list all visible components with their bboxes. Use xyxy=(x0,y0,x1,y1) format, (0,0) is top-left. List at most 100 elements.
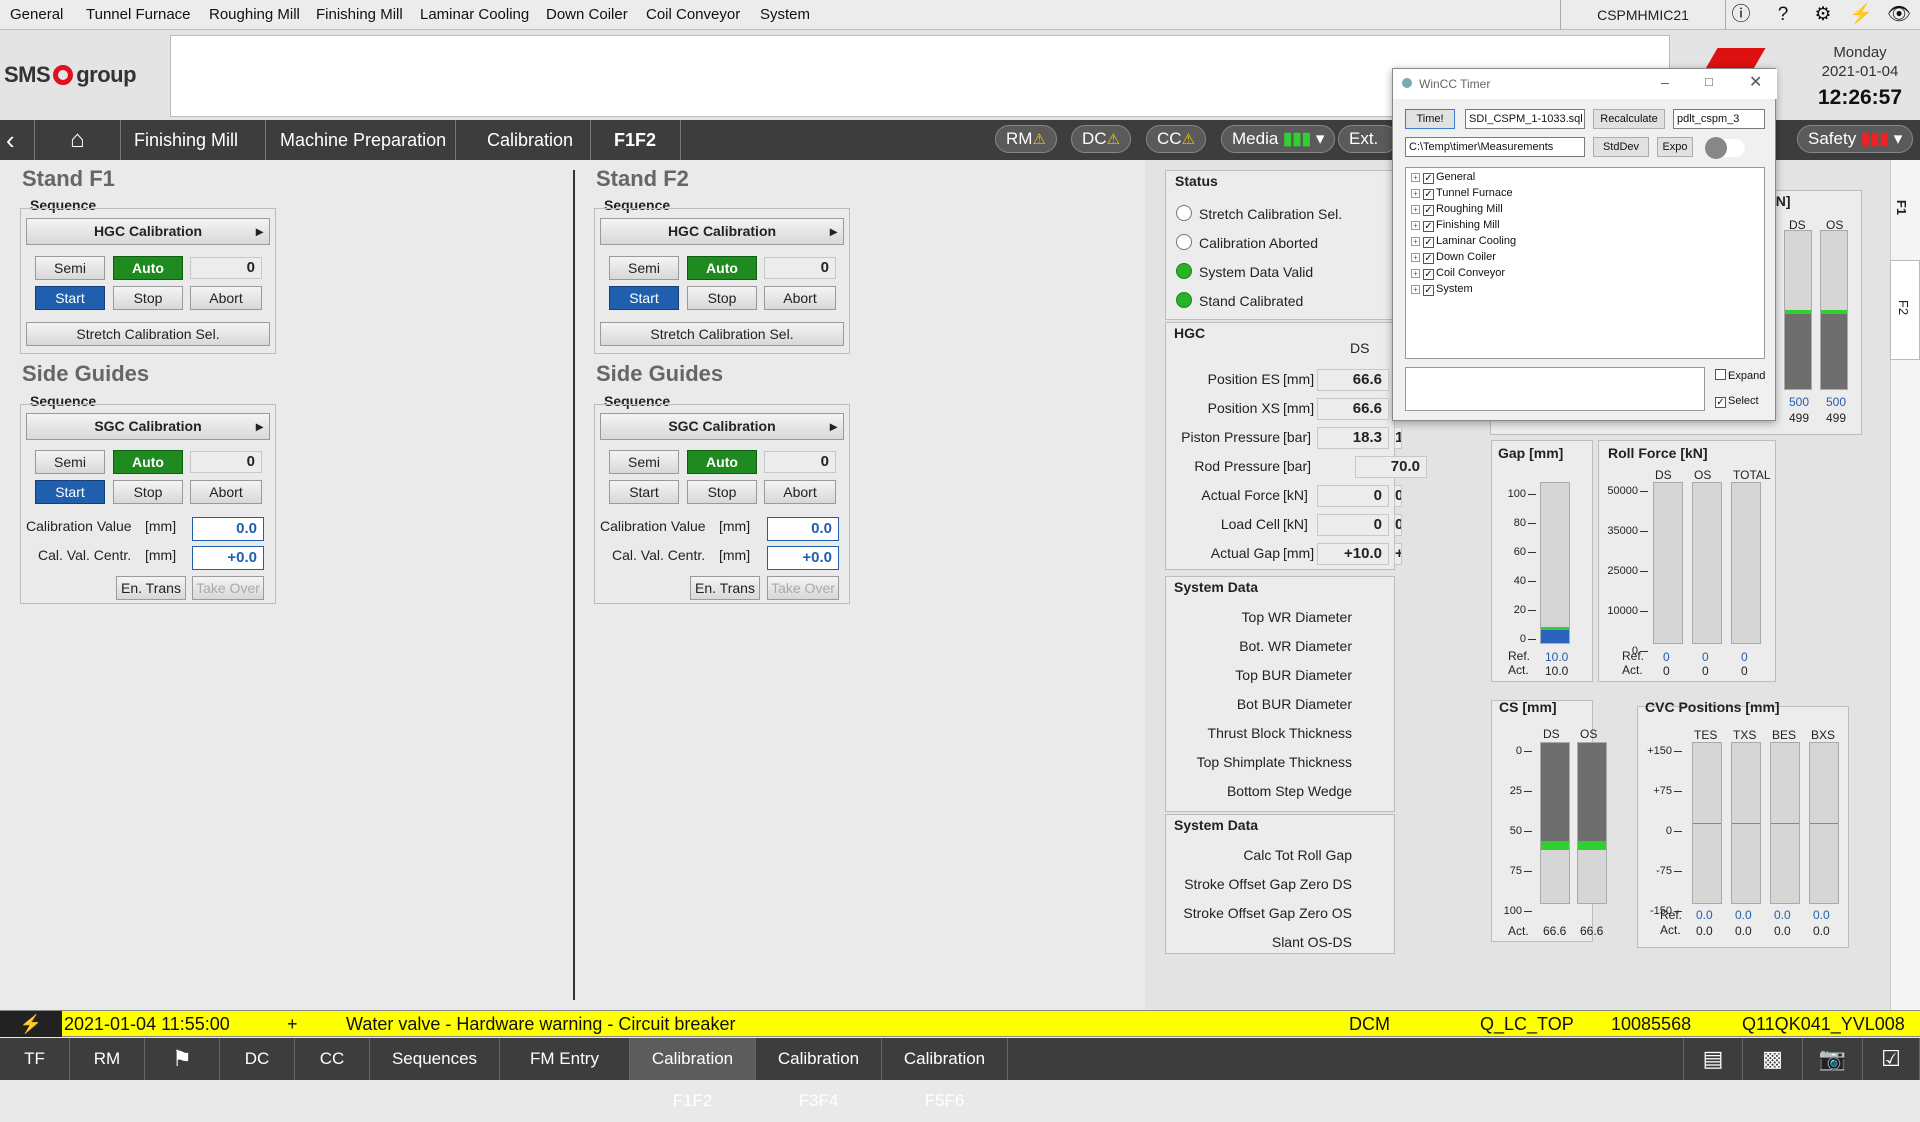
tree-item[interactable]: + ✓ General xyxy=(1411,171,1475,184)
minimize-icon[interactable]: – xyxy=(1661,74,1669,90)
nav-cc[interactable]: CC xyxy=(295,1038,370,1080)
nav-rm[interactable]: RM xyxy=(70,1038,145,1080)
expand-checkbox[interactable]: Expand xyxy=(1715,369,1765,382)
tree-item[interactable]: + ✓ Finishing Mill xyxy=(1411,219,1500,232)
tree-item[interactable]: + ✓ Laminar Cooling xyxy=(1411,235,1516,248)
status-pill-dc[interactable]: DC⚠ xyxy=(1071,125,1132,153)
f2-sgc-stop-button[interactable]: Stop xyxy=(687,480,757,504)
tree-checkbox[interactable]: ✓ xyxy=(1423,205,1434,216)
help-icon[interactable]: ? xyxy=(1768,3,1798,27)
tree-checkbox[interactable]: ✓ xyxy=(1423,221,1434,232)
f1-hgc-stop-button[interactable]: Stop xyxy=(113,286,183,310)
breadcrumb-finishing-mill[interactable]: Finishing Mill xyxy=(134,120,238,160)
f2-cal-value-input[interactable]: 0.0 xyxy=(767,517,839,541)
f1-stretch-calibration-button[interactable]: Stretch Calibration Sel. xyxy=(26,322,270,346)
expand-plus-icon[interactable]: + xyxy=(1411,253,1420,262)
expand-plus-icon[interactable]: + xyxy=(1411,205,1420,214)
f2-hgc-auto-button[interactable]: Auto xyxy=(687,256,757,280)
expo-button[interactable]: Expo xyxy=(1657,137,1693,157)
side-tab-f2[interactable]: F2 xyxy=(1896,300,1911,315)
tree-item[interactable]: + ✓ Roughing Mill xyxy=(1411,203,1503,216)
f2-sgc-auto-button[interactable]: Auto xyxy=(687,450,757,474)
menu-laminar-cooling[interactable]: Laminar Cooling xyxy=(420,6,529,23)
nav-tf[interactable]: TF xyxy=(0,1038,70,1080)
f1-hgc-calibration-select[interactable]: HGC Calibration ▸ xyxy=(26,218,270,245)
expand-plus-icon[interactable]: + xyxy=(1411,285,1420,294)
expand-plus-icon[interactable]: + xyxy=(1411,221,1420,230)
maximize-icon[interactable]: □ xyxy=(1705,74,1713,89)
tree-checkbox[interactable]: ✓ xyxy=(1423,269,1434,280)
path-field[interactable]: C:\Temp\timer\Measurements xyxy=(1405,137,1585,157)
f2-sgc-semi-button[interactable]: Semi xyxy=(609,450,679,474)
recalculate-button[interactable]: Recalculate xyxy=(1593,109,1665,129)
status-pill-media[interactable]: Media ▮▮▮ ▾ xyxy=(1221,125,1336,153)
expand-plus-icon[interactable]: + xyxy=(1411,189,1420,198)
menu-coil-conveyor[interactable]: Coil Conveyor xyxy=(646,6,740,23)
alarm-line[interactable]: ⚡ 2021-01-04 11:55:00 + Water valve - Ha… xyxy=(0,1010,1920,1037)
f2-hgc-start-button[interactable]: Start xyxy=(609,286,679,310)
tree-item[interactable]: + ✓ Coil Conveyor xyxy=(1411,267,1505,280)
f2-sgc-start-button[interactable]: Start xyxy=(609,480,679,504)
sql-file-field[interactable]: SDI_CSPM_1-1033.sql xyxy=(1465,109,1585,129)
toggle-switch[interactable] xyxy=(1705,137,1745,159)
flag-icon[interactable]: ⚑ xyxy=(145,1038,220,1080)
f2-take-over-button[interactable]: Take Over xyxy=(767,576,839,600)
side-tab-f1[interactable]: F1 xyxy=(1894,200,1909,215)
tree-item[interactable]: + ✓ System xyxy=(1411,283,1473,296)
nav-calibration-f1f2[interactable]: Calibration F1F2 xyxy=(630,1038,756,1110)
stddev-button[interactable]: StdDev xyxy=(1593,137,1649,157)
f1-hgc-abort-button[interactable]: Abort xyxy=(190,286,262,310)
tree-item[interactable]: + ✓ Down Coiler xyxy=(1411,251,1496,264)
camera-icon[interactable]: 📷 xyxy=(1803,1038,1863,1080)
f1-sgc-auto-button[interactable]: Auto xyxy=(113,450,183,474)
nav-calibration-f5f6[interactable]: Calibration F5F6 xyxy=(882,1038,1008,1110)
nav-calibration-f3f4[interactable]: Calibration F3F4 xyxy=(756,1038,882,1110)
tree-checkbox[interactable]: ✓ xyxy=(1423,173,1434,184)
menu-down-coiler[interactable]: Down Coiler xyxy=(546,6,628,23)
breadcrumb-calibration[interactable]: Calibration xyxy=(487,120,573,160)
f2-hgc-semi-button[interactable]: Semi xyxy=(609,256,679,280)
home-icon[interactable]: ⌂ xyxy=(70,120,85,160)
status-pill-safety[interactable]: Safety ▮▮▮ ▾ xyxy=(1797,125,1914,153)
status-pill-rm[interactable]: RM⚠ xyxy=(995,125,1057,153)
expand-plus-icon[interactable]: + xyxy=(1411,237,1420,246)
f1-hgc-auto-button[interactable]: Auto xyxy=(113,256,183,280)
status-pill-ext[interactable]: Ext. S xyxy=(1338,125,1398,153)
output-box[interactable] xyxy=(1405,367,1705,411)
menu-tunnel-furnace[interactable]: Tunnel Furnace xyxy=(86,6,191,23)
nav-fm-entry[interactable]: FM Entry xyxy=(500,1038,630,1080)
menu-roughing-mill[interactable]: Roughing Mill xyxy=(209,6,300,23)
f1-cal-centr-input[interactable]: +0.0 xyxy=(192,546,264,570)
lightning-icon[interactable]: ⚡ xyxy=(0,1011,62,1037)
tree-checkbox[interactable]: ✓ xyxy=(1423,253,1434,264)
tree-checkbox[interactable]: ✓ xyxy=(1423,189,1434,200)
f1-sgc-stop-button[interactable]: Stop xyxy=(113,480,183,504)
lightning-icon[interactable]: ⚡ xyxy=(1846,3,1876,27)
f2-stretch-calibration-button[interactable]: Stretch Calibration Sel. xyxy=(600,322,844,346)
f1-hgc-start-button[interactable]: Start xyxy=(35,286,105,310)
eye-icon[interactable]: 👁 xyxy=(1884,3,1914,27)
f2-cal-centr-input[interactable]: +0.0 xyxy=(767,546,839,570)
tree-item[interactable]: + ✓ Tunnel Furnace xyxy=(1411,187,1513,200)
breadcrumb-machine-preparation[interactable]: Machine Preparation xyxy=(280,120,446,160)
f2-en-trans-button[interactable]: En. Trans xyxy=(690,576,760,600)
checklist-icon[interactable]: ☑ xyxy=(1863,1038,1920,1080)
f1-cal-value-input[interactable]: 0.0 xyxy=(192,517,264,541)
tree-checkbox[interactable]: ✓ xyxy=(1423,237,1434,248)
monitor-settings-icon[interactable]: ▩ xyxy=(1743,1038,1803,1080)
f2-sgc-abort-button[interactable]: Abort xyxy=(764,480,836,504)
tree-checkbox[interactable]: ✓ xyxy=(1423,285,1434,296)
info-icon[interactable]: ⓘ xyxy=(1726,3,1756,27)
status-pill-cc[interactable]: CC⚠ xyxy=(1146,125,1207,153)
breadcrumb-f1f2[interactable]: F1F2 xyxy=(614,120,656,160)
menu-general[interactable]: General xyxy=(10,6,63,23)
close-icon[interactable]: ✕ xyxy=(1749,72,1762,92)
time-button[interactable]: Time! xyxy=(1405,109,1455,129)
nav-sequences[interactable]: Sequences xyxy=(370,1038,500,1080)
f1-sgc-start-button[interactable]: Start xyxy=(35,480,105,504)
f2-hgc-calibration-select[interactable]: HGC Calibration ▸ xyxy=(600,218,844,245)
expand-plus-icon[interactable]: + xyxy=(1411,269,1420,278)
menu-system[interactable]: System xyxy=(760,6,810,23)
select-checkbox[interactable]: ✓ Select xyxy=(1715,395,1759,408)
expand-plus-icon[interactable]: + xyxy=(1411,173,1420,182)
